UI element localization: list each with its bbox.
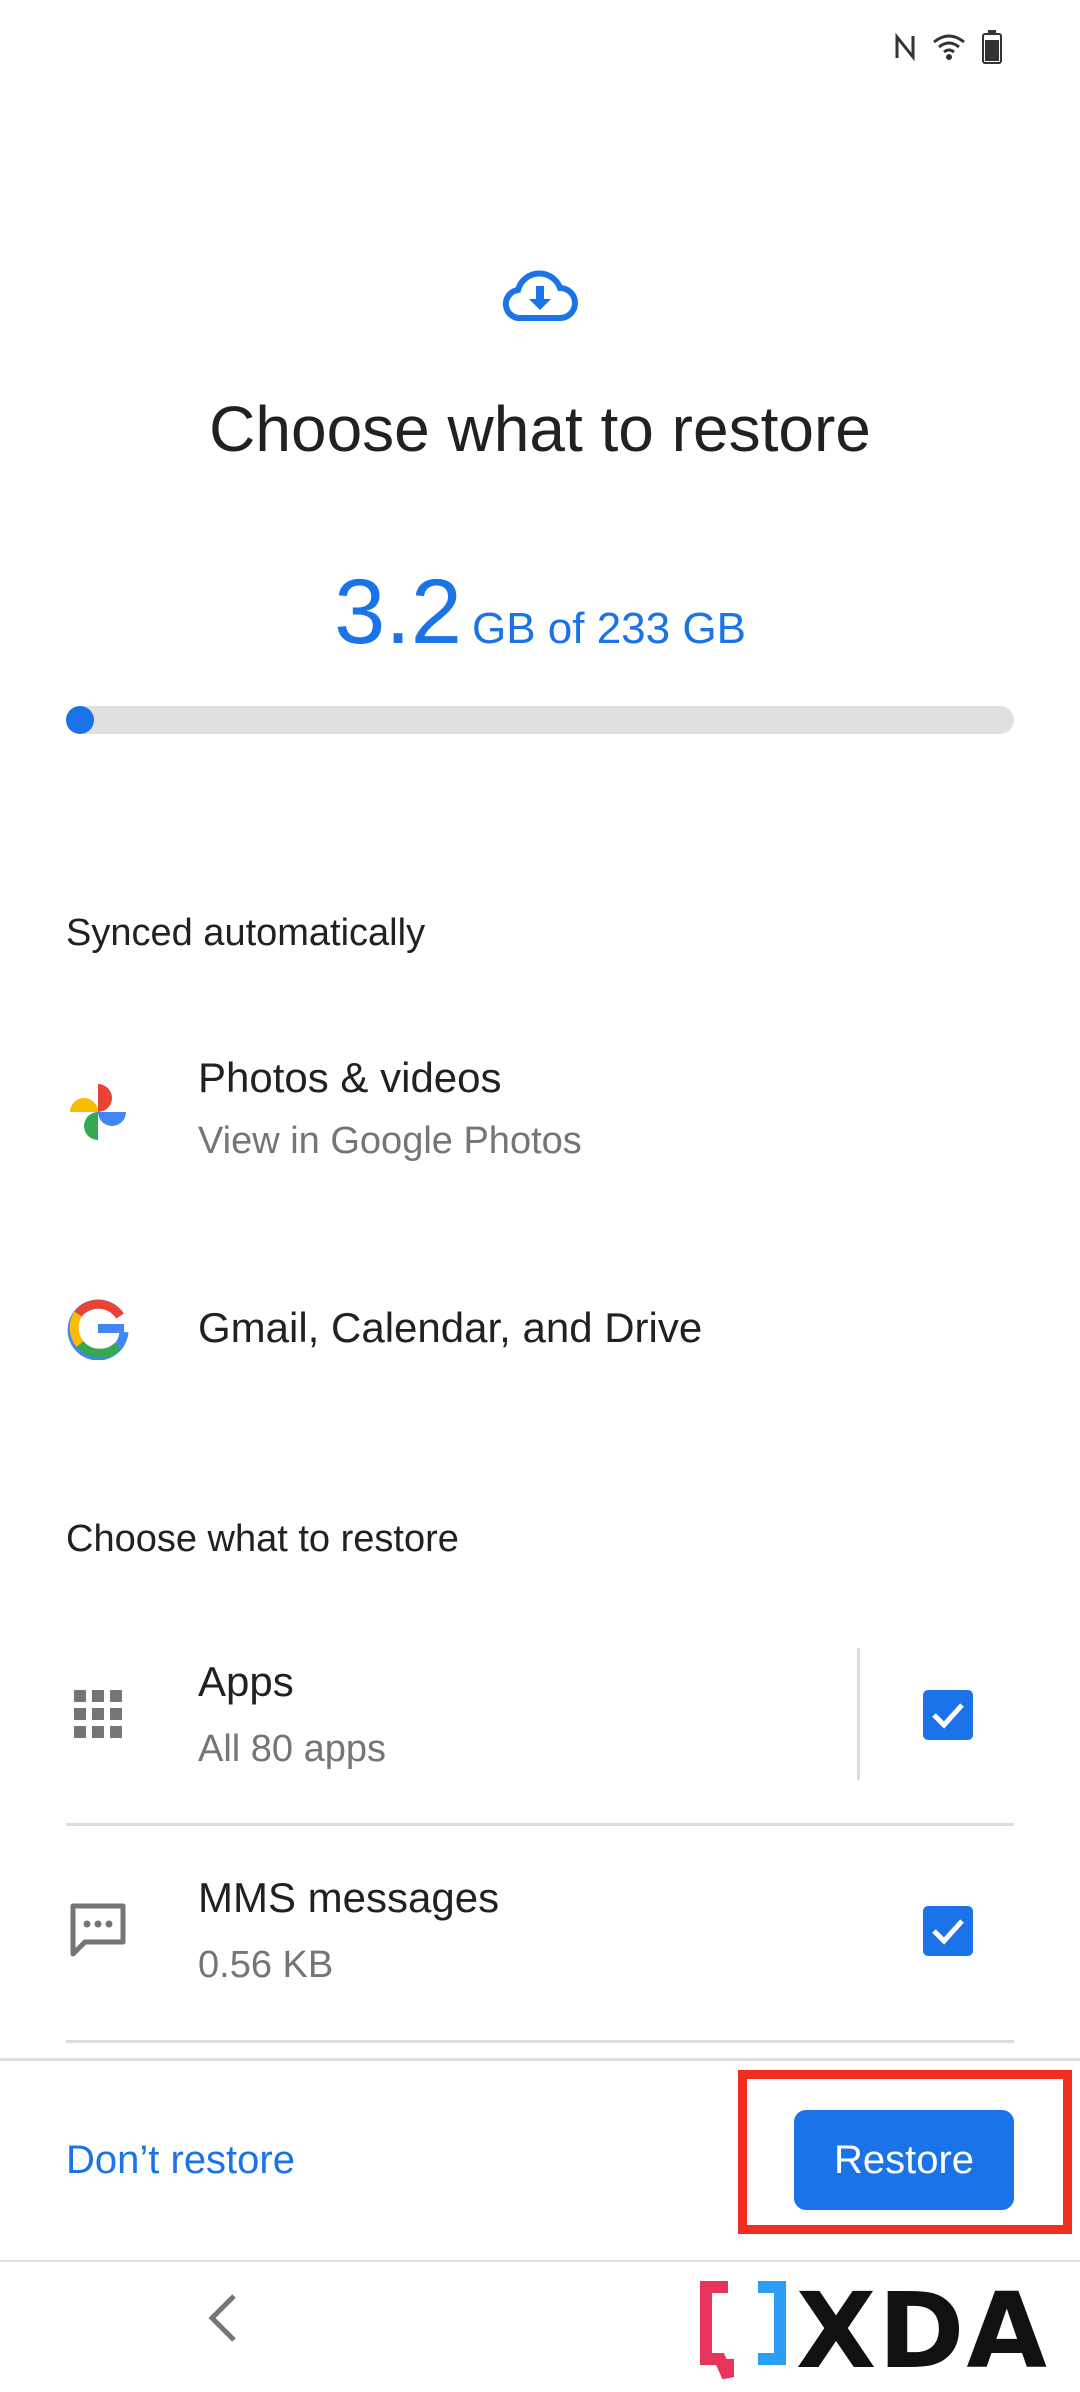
apps-title: Apps <box>198 1658 294 1705</box>
cloud-download-icon <box>502 268 578 329</box>
mms-subtitle: 0.56 KB <box>198 1944 334 1986</box>
gmail-calendar-drive-title: Gmail, Calendar, and Drive <box>198 1304 703 1351</box>
apps-checkbox[interactable] <box>923 1690 973 1740</box>
apps-grid-icon <box>64 1680 132 1748</box>
xda-watermark: XDA <box>698 2270 1049 2392</box>
navbar-divider <box>0 2260 1080 2262</box>
restore-button[interactable]: Restore <box>794 2110 1014 2210</box>
dont-restore-button[interactable]: Don’t restore <box>66 2138 295 2183</box>
mms-checkbox[interactable] <box>923 1906 973 1956</box>
checkmark-icon <box>932 1703 964 1729</box>
battery-icon <box>982 30 1002 64</box>
storage-total: GB of 233 GB <box>471 604 746 653</box>
status-bar <box>894 30 1002 64</box>
watermark-text: XDA <box>796 2270 1049 2392</box>
storage-used: 3.2 <box>334 561 462 663</box>
storage-summary: 3.2 GB of 233 GB <box>0 560 1080 665</box>
apps-vertical-divider <box>857 1648 860 1780</box>
mms-title: MMS messages <box>198 1874 500 1921</box>
back-chevron-icon[interactable] <box>204 2292 240 2349</box>
message-icon <box>64 1896 132 1964</box>
wifi-icon <box>932 33 966 61</box>
storage-progress-bar <box>66 706 1014 734</box>
xda-logo-icon <box>700 2281 786 2380</box>
row-divider <box>66 1823 1014 1826</box>
google-photos-icon <box>64 1078 132 1146</box>
photos-videos-subtitle[interactable]: View in Google Photos <box>198 1120 582 1163</box>
row-divider <box>66 2040 1014 2043</box>
photos-videos-title: Photos & videos <box>198 1054 502 1101</box>
restore-section-label: Choose what to restore <box>66 1518 459 1560</box>
page-title: Choose what to restore <box>209 393 871 465</box>
apps-subtitle[interactable]: All 80 apps <box>198 1728 386 1771</box>
nfc-icon <box>894 32 916 62</box>
synced-section-label: Synced automatically <box>66 912 426 954</box>
checkmark-icon <box>932 1919 964 1945</box>
footer-divider <box>0 2058 1080 2061</box>
google-g-icon <box>64 1294 132 1362</box>
storage-progress-fill <box>66 706 94 734</box>
